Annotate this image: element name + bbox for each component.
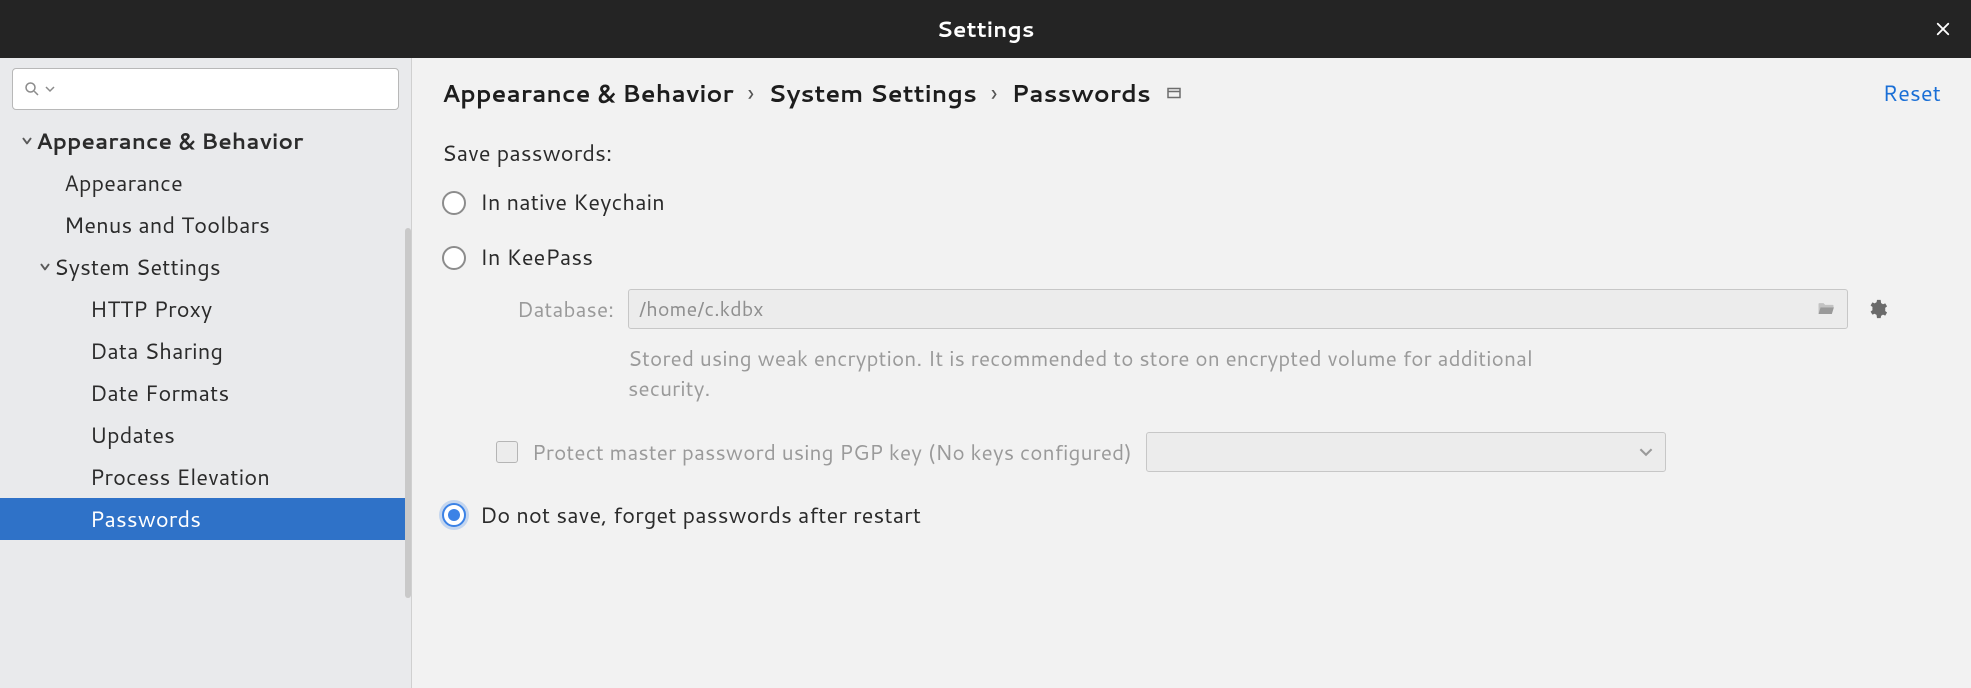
tree-item-label: Data Sharing [90,336,223,367]
database-path-value: /home/c.kdbx [639,295,764,323]
radio-native-keychain[interactable]: In native Keychain [442,187,1941,218]
scrollbar[interactable] [405,228,411,598]
keepass-options: Database: /home/c.kdbx Stored using weak… [496,289,1941,472]
pgp-checkbox [496,441,518,463]
tree-item-label: Date Formats [90,378,229,409]
settings-tree: Appearance & Behavior Appearance Menus and… [0,120,411,540]
tree-item[interactable]: Data Sharing [0,330,411,372]
breadcrumb-separator: › [748,76,755,110]
chevron-down-icon [36,261,54,273]
radio-icon [442,246,466,270]
folder-open-icon [1815,299,1837,319]
search-input[interactable] [12,68,399,110]
window-titlebar: Settings [0,0,1971,58]
tree-item[interactable]: Passwords [0,498,411,540]
tree-item-label: Appearance [64,168,183,199]
settings-sidebar: Appearance & Behavior Appearance Menus and… [0,58,412,688]
radio-icon [442,191,466,215]
expand-settings-icon[interactable] [1165,84,1183,102]
tree-item-label: Process Elevation [90,462,270,493]
radio-label: In native Keychain [480,187,665,218]
tree-item-label: Passwords [90,504,201,535]
breadcrumb-part[interactable]: System Settings [768,76,977,110]
tree-item[interactable]: Process Elevation [0,456,411,498]
tree-item-label: Menus and Toolbars [64,210,270,241]
database-label: Database: [496,294,614,324]
radio-label: Do not save, forget passwords after rest… [480,500,921,531]
chevron-down-icon [1639,445,1653,459]
close-icon[interactable] [1929,15,1957,43]
breadcrumb-part: Passwords [1011,76,1150,110]
tree-item[interactable]: HTTP Proxy [0,288,411,330]
breadcrumb-separator: › [991,76,998,110]
radio-keepass[interactable]: In KeePass [442,242,1941,273]
tree-item-label: HTTP Proxy [90,294,212,325]
reset-button[interactable]: Reset [1883,78,1941,109]
radio-icon [442,503,466,527]
pgp-key-select [1146,432,1666,472]
encryption-hint: Stored using weak encryption. It is reco… [628,343,1548,404]
tree-item-label: System Settings [54,252,221,283]
window-title: Settings [937,14,1035,45]
database-path-input: /home/c.kdbx [628,289,1848,329]
pgp-label: Protect master password using PGP key (N… [532,437,1132,467]
chevron-down-icon [18,135,36,147]
section-label: Save passwords: [442,138,1941,169]
radio-do-not-save[interactable]: Do not save, forget passwords after rest… [442,500,1941,531]
radio-label: In KeePass [480,242,593,273]
tree-item[interactable]: Appearance [0,162,411,204]
breadcrumb-part[interactable]: Appearance & Behavior [442,76,734,110]
tree-item[interactable]: Menus and Toolbars [0,204,411,246]
tree-item-label: Appearance & Behavior [36,126,303,157]
breadcrumb: Appearance & Behavior › System Settings … [442,76,1941,110]
search-field[interactable] [59,76,388,102]
tree-item[interactable]: Updates [0,414,411,456]
chevron-down-icon [45,84,55,94]
tree-item[interactable]: Date Formats [0,372,411,414]
gear-icon[interactable] [1862,294,1892,324]
tree-item-label: Updates [90,420,175,451]
settings-main: Appearance & Behavior › System Settings … [412,58,1971,688]
tree-item[interactable]: System Settings [0,246,411,288]
tree-item[interactable]: Appearance & Behavior [0,120,411,162]
